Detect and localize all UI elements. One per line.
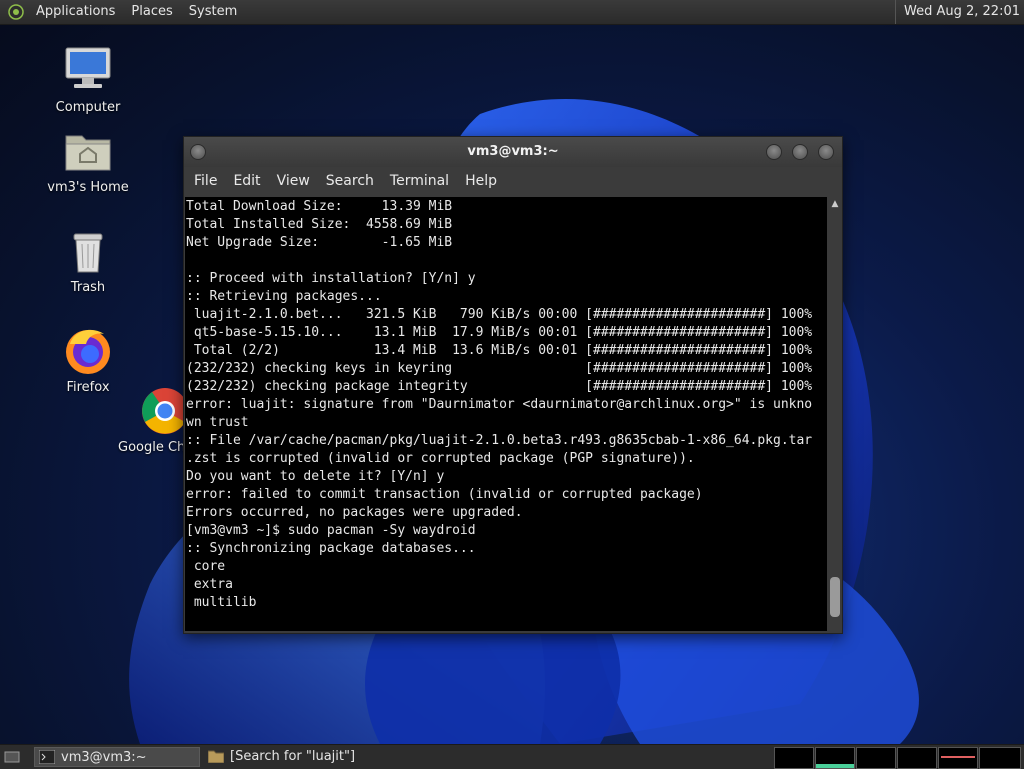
scrollbar-thumb[interactable]	[830, 577, 840, 617]
taskbar-item-label: [Search for "luajit"]	[230, 749, 356, 764]
system-menu[interactable]: System	[181, 0, 245, 24]
menu-terminal[interactable]: Terminal	[382, 173, 457, 189]
desktop-icon-label: Firefox	[66, 380, 110, 395]
desktop-icon-label: Trash	[70, 280, 106, 295]
close-button[interactable]	[818, 144, 834, 160]
terminal-window[interactable]: vm3@vm3:~ File Edit View Search Terminal…	[183, 136, 843, 634]
system-monitor-memory[interactable]	[815, 747, 855, 769]
applications-menu[interactable]: Applications	[28, 0, 123, 24]
computer-icon	[65, 47, 111, 88]
desktop-icon-home[interactable]: vm3's Home	[38, 126, 138, 195]
terminal-menubar: File Edit View Search Terminal Help	[184, 167, 842, 195]
terminal-scrollbar[interactable]: ▲	[828, 197, 842, 631]
folder-icon	[208, 750, 224, 763]
menu-search[interactable]: Search	[318, 173, 382, 189]
desktop-icon-trash[interactable]: Trash	[38, 226, 138, 295]
taskbar-item-terminal[interactable]: vm3@vm3:~	[34, 747, 200, 767]
trash-icon	[73, 233, 103, 273]
places-menu[interactable]: Places	[123, 0, 180, 24]
bottom-panel: vm3@vm3:~ [Search for "luajit"]	[0, 744, 1024, 769]
maximize-button[interactable]	[792, 144, 808, 160]
menu-help[interactable]: Help	[457, 173, 505, 189]
system-monitor-load[interactable]	[938, 747, 978, 769]
desktop-icon-firefox[interactable]: Firefox	[38, 324, 138, 395]
menu-file[interactable]: File	[186, 173, 225, 189]
menu-edit[interactable]: Edit	[225, 173, 268, 189]
window-title: vm3@vm3:~	[467, 144, 559, 159]
taskbar-item-search[interactable]: [Search for "luajit"]	[204, 747, 504, 767]
top-panel: Applications Places System Wed Aug 2, 22…	[0, 0, 1024, 25]
system-monitor-swap[interactable]	[897, 747, 937, 769]
firefox-icon	[66, 329, 110, 374]
home-folder-icon	[65, 135, 111, 171]
terminal-output[interactable]: Total Download Size: 13.39 MiB Total Ins…	[185, 197, 827, 631]
menu-view[interactable]: View	[269, 173, 318, 189]
minimize-button[interactable]	[766, 144, 782, 160]
desktop-icon-computer[interactable]: Computer	[38, 44, 138, 115]
system-monitor-cpu[interactable]	[774, 747, 814, 769]
taskbar-item-label: vm3@vm3:~	[61, 750, 147, 765]
clock[interactable]: Wed Aug 2, 22:01	[895, 0, 1020, 24]
terminal-text: Total Download Size: 13.39 MiB Total Ins…	[186, 199, 813, 610]
show-desktop-icon[interactable]	[4, 749, 20, 765]
window-titlebar[interactable]: vm3@vm3:~	[184, 137, 842, 167]
window-menu-button[interactable]	[190, 144, 206, 160]
scroll-up-arrow-icon[interactable]: ▲	[828, 197, 842, 211]
system-monitor-net[interactable]	[856, 747, 896, 769]
desktop-icon-label: Computer	[55, 100, 121, 115]
desktop-icon-label: vm3's Home	[47, 180, 129, 195]
mate-logo-icon[interactable]	[8, 4, 24, 20]
terminal-icon	[39, 750, 55, 764]
system-monitor-disk[interactable]	[979, 747, 1021, 769]
